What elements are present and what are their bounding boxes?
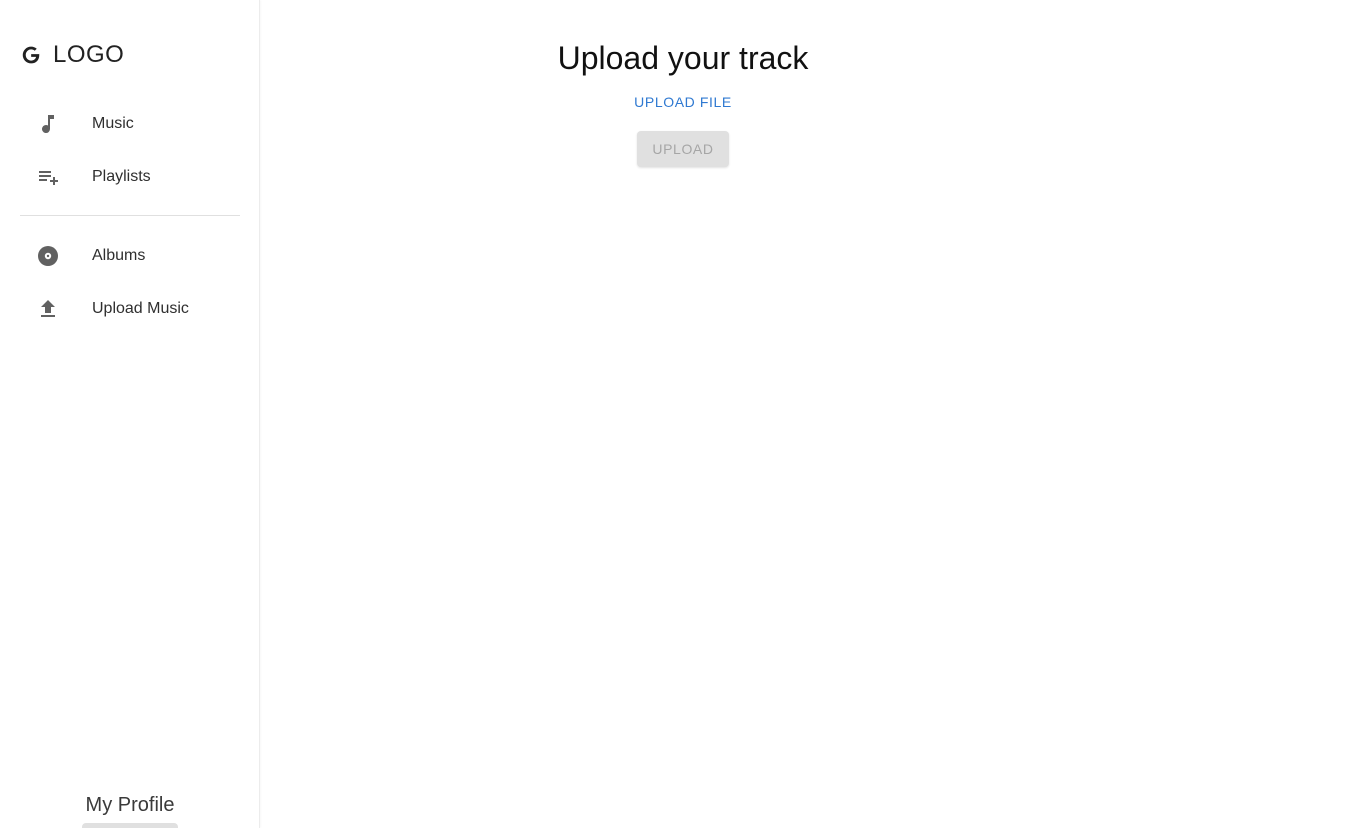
profile-button[interactable] (82, 823, 178, 828)
music-note-icon (36, 112, 60, 136)
sidebar-item-music[interactable]: Music (20, 97, 240, 150)
sidebar-item-label: Music (92, 114, 134, 132)
upload-icon (36, 297, 60, 321)
page-title: Upload your track (557, 40, 809, 76)
sidebar-item-playlists[interactable]: Playlists (20, 150, 240, 203)
upload-button[interactable]: UPLOAD (637, 131, 729, 167)
app-root: LOGO Music Playlists Albums Upload Music… (0, 0, 1350, 828)
logo[interactable]: LOGO (20, 40, 124, 70)
primary-nav: Music Playlists (20, 97, 240, 203)
sidebar-item-label: Upload Music (92, 299, 189, 317)
sidebar-item-upload-music[interactable]: Upload Music (20, 282, 240, 335)
sidebar-item-label: Albums (92, 246, 146, 264)
my-profile-link[interactable]: My Profile (0, 794, 260, 817)
main-content: Upload your track UPLOAD FILE UPLOAD (261, 0, 1350, 828)
profile-section[interactable]: My Profile (0, 794, 260, 828)
sidebar: LOGO Music Playlists Albums Upload Music… (0, 0, 260, 828)
g-logo-icon (20, 44, 42, 66)
secondary-nav: Albums Upload Music (20, 229, 240, 335)
album-icon (36, 244, 60, 268)
upload-file-button[interactable]: UPLOAD FILE (625, 90, 741, 114)
sidebar-item-label: Playlists (92, 167, 151, 185)
logo-text: LOGO (53, 41, 125, 68)
sidebar-item-albums[interactable]: Albums (20, 229, 240, 282)
sidebar-divider (20, 215, 240, 216)
playlist-add-icon (36, 165, 60, 189)
